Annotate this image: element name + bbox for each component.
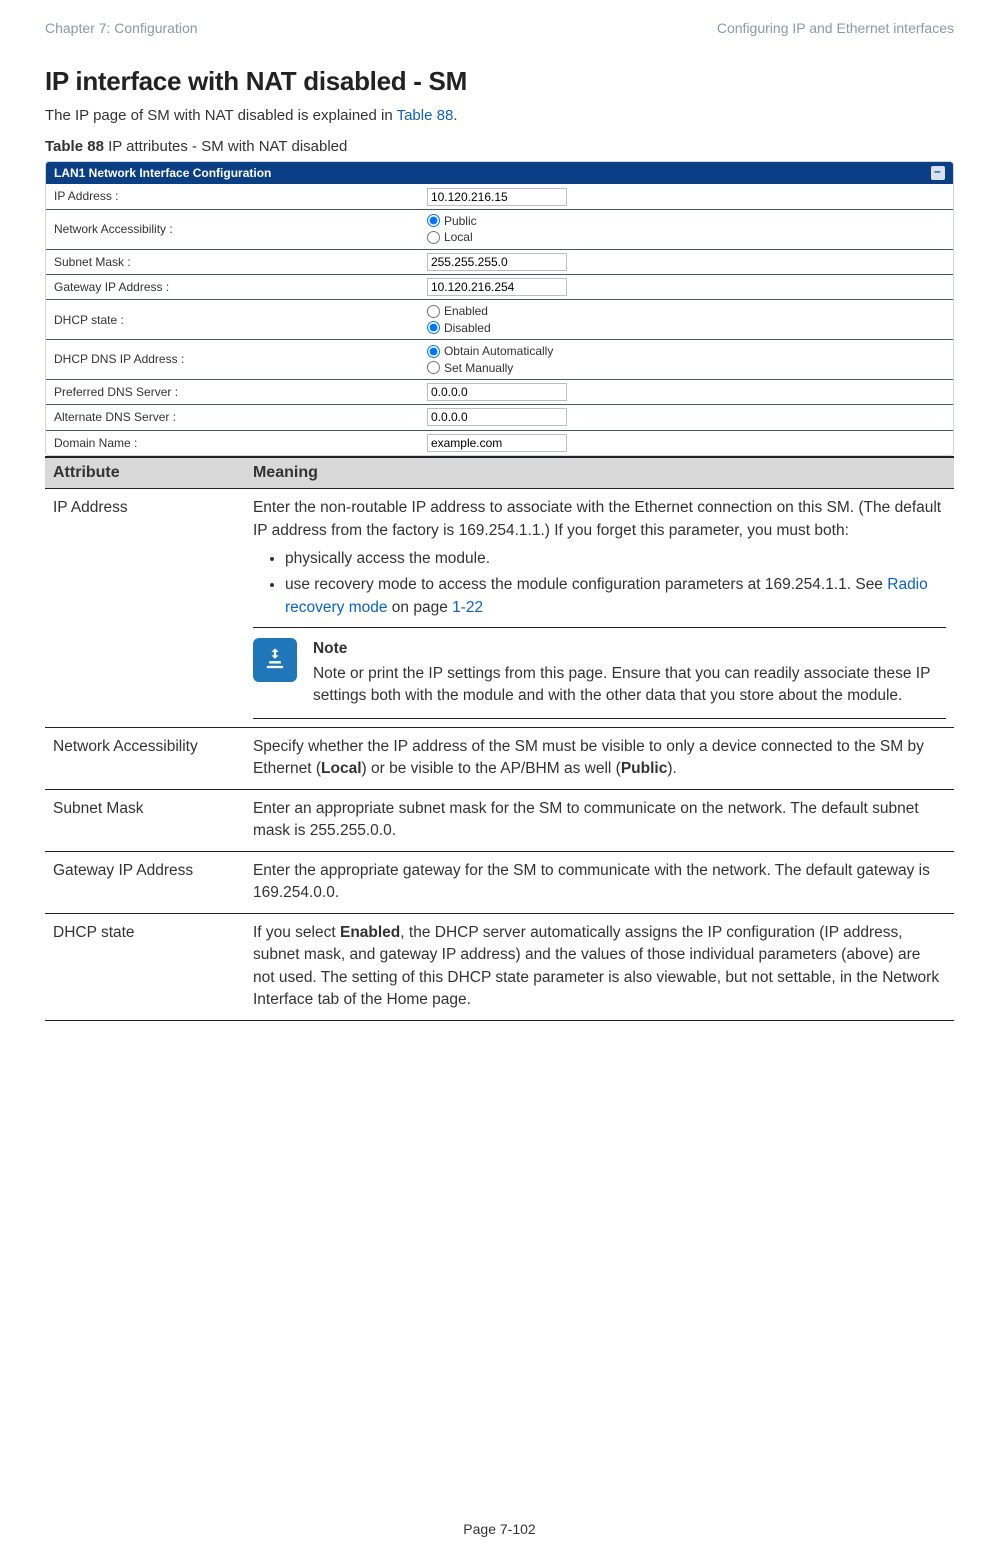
radio-local-label: Local xyxy=(444,230,473,244)
bullet-2: use recovery mode to access the module c… xyxy=(285,574,946,619)
row-gateway: Gateway IP Address : xyxy=(46,275,953,300)
table-row: Gateway IP Address Enter the appropriate… xyxy=(45,851,954,913)
radio-dhcp-enabled-label: Enabled xyxy=(444,304,488,318)
note-icon xyxy=(253,638,297,682)
table-88-link[interactable]: Table 88 xyxy=(397,107,454,124)
row-alt-dns: Alternate DNS Server : xyxy=(46,405,953,430)
label-domain: Domain Name : xyxy=(46,432,427,454)
table-row: Network Accessibility Specify whether th… xyxy=(45,727,954,789)
input-alt-dns[interactable] xyxy=(427,408,567,426)
caption-rest: IP attributes - SM with NAT disabled xyxy=(104,138,347,155)
radio-dhcp-disabled[interactable] xyxy=(427,321,440,334)
intro-suffix: . xyxy=(453,107,457,124)
radio-public[interactable] xyxy=(427,214,440,227)
intro-text: The IP page of SM with NAT disabled is e… xyxy=(45,107,954,124)
attr-subnet-mask: Subnet Mask xyxy=(45,789,245,851)
table-row: IP Address Enter the non-routable IP add… xyxy=(45,489,954,728)
page-number: Page 7-102 xyxy=(0,1521,999,1537)
note-title: Note xyxy=(313,638,946,660)
row-pref-dns: Preferred DNS Server : xyxy=(46,380,953,405)
attr-ip-address: IP Address xyxy=(45,489,245,728)
row-domain: Domain Name : xyxy=(46,431,953,455)
bullet-list: physically access the module. use recove… xyxy=(253,548,946,619)
seg-pre: If you select xyxy=(253,924,340,941)
row-ip-address: IP Address : xyxy=(46,184,953,209)
table-row: Subnet Mask Enter an appropriate subnet … xyxy=(45,789,954,851)
meaning-ip-address: Enter the non-routable IP address to ass… xyxy=(245,489,954,728)
col-meaning: Meaning xyxy=(245,457,954,489)
label-pref-dns: Preferred DNS Server : xyxy=(46,381,427,403)
input-pref-dns[interactable] xyxy=(427,383,567,401)
attr-dhcp-state: DHCP state xyxy=(45,913,245,1020)
meaning-p1: Enter the non-routable IP address to ass… xyxy=(253,499,941,538)
radio-set-manual[interactable] xyxy=(427,361,440,374)
meaning-network-accessibility: Specify whether the IP address of the SM… xyxy=(245,727,954,789)
input-subnet-mask[interactable] xyxy=(427,253,567,271)
header-left: Chapter 7: Configuration xyxy=(45,20,198,36)
table-row: DHCP state If you select Enabled, the DH… xyxy=(45,913,954,1020)
radio-public-label: Public xyxy=(444,214,477,228)
attr-network-accessibility: Network Accessibility xyxy=(45,727,245,789)
seg3: ). xyxy=(667,760,676,777)
attributes-table: Attribute Meaning IP Address Enter the n… xyxy=(45,456,954,1020)
input-domain[interactable] xyxy=(427,434,567,452)
bold-public: Public xyxy=(621,760,668,777)
col-attribute: Attribute xyxy=(45,457,245,489)
collapse-icon[interactable] xyxy=(931,166,945,180)
intro-prefix: The IP page of SM with NAT disabled is e… xyxy=(45,107,397,124)
bold-local: Local xyxy=(321,760,361,777)
meaning-subnet-mask: Enter an appropriate subnet mask for the… xyxy=(245,789,954,851)
label-alt-dns: Alternate DNS Server : xyxy=(46,406,427,428)
radio-dhcp-enabled[interactable] xyxy=(427,305,440,318)
label-subnet-mask: Subnet Mask : xyxy=(46,251,427,273)
row-subnet-mask: Subnet Mask : xyxy=(46,250,953,275)
radio-set-manual-label: Set Manually xyxy=(444,361,513,375)
page-1-22-link[interactable]: 1-22 xyxy=(452,599,483,616)
seg2: ) or be visible to the AP/BHM as well ( xyxy=(362,760,621,777)
row-dhcp-state: DHCP state : Enabled Disabled xyxy=(46,300,953,340)
table-caption: Table 88 IP attributes - SM with NAT dis… xyxy=(45,138,954,155)
label-ip-address: IP Address : xyxy=(46,185,427,207)
page-title: IP interface with NAT disabled - SM xyxy=(45,66,954,97)
row-dhcp-dns: DHCP DNS IP Address : Obtain Automatical… xyxy=(46,340,953,380)
radio-obtain-auto[interactable] xyxy=(427,345,440,358)
bold-enabled: Enabled xyxy=(340,924,400,941)
label-gateway: Gateway IP Address : xyxy=(46,276,427,298)
bullet-2-pre: use recovery mode to access the module c… xyxy=(285,576,887,593)
meaning-dhcp-state: If you select Enabled, the DHCP server a… xyxy=(245,913,954,1020)
bullet-1: physically access the module. xyxy=(285,548,946,570)
note-text: Note Note or print the IP settings from … xyxy=(313,638,946,707)
label-network-accessibility: Network Accessibility : xyxy=(46,218,427,240)
bullet-2-mid: on page xyxy=(387,599,452,616)
input-gateway[interactable] xyxy=(427,278,567,296)
caption-number: Table 88 xyxy=(45,138,104,155)
header-right: Configuring IP and Ethernet interfaces xyxy=(717,20,954,36)
attr-gateway: Gateway IP Address xyxy=(45,851,245,913)
running-header: Chapter 7: Configuration Configuring IP … xyxy=(45,20,954,36)
lan1-config-panel: LAN1 Network Interface Configuration IP … xyxy=(45,161,954,456)
label-dhcp-dns: DHCP DNS IP Address : xyxy=(46,348,427,370)
panel-title: LAN1 Network Interface Configuration xyxy=(54,166,271,180)
label-dhcp-state: DHCP state : xyxy=(46,309,427,331)
input-ip-address[interactable] xyxy=(427,188,567,206)
meaning-gateway: Enter the appropriate gateway for the SM… xyxy=(245,851,954,913)
note-box: Note Note or print the IP settings from … xyxy=(253,627,946,718)
radio-local[interactable] xyxy=(427,231,440,244)
row-network-accessibility: Network Accessibility : Public Local xyxy=(46,210,953,250)
panel-title-bar: LAN1 Network Interface Configuration xyxy=(46,162,953,184)
radio-dhcp-disabled-label: Disabled xyxy=(444,321,491,335)
radio-obtain-auto-label: Obtain Automatically xyxy=(444,344,553,358)
note-body: Note or print the IP settings from this … xyxy=(313,665,930,704)
